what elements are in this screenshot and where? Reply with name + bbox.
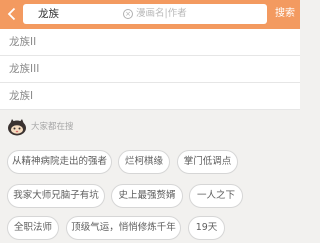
- search-input[interactable]: 龙族 × 漫画名|作者: [23, 4, 267, 24]
- hot-tag[interactable]: 19天: [188, 216, 225, 240]
- hot-tag[interactable]: 史上最强赘婿: [111, 184, 183, 208]
- hot-tag[interactable]: 从精神病院走出的强者: [7, 150, 112, 174]
- hot-search-header: 大家都在搜: [7, 118, 127, 138]
- hot-tag[interactable]: 我家大师兄脑子有坑: [7, 184, 105, 208]
- hot-tag[interactable]: 顶级气运，悄悄修炼千年: [66, 216, 181, 240]
- search-query-text: 龙族: [38, 8, 59, 20]
- hot-search-title: 大家都在搜: [31, 122, 74, 132]
- mascot-icon: [8, 119, 26, 136]
- hot-tag[interactable]: 全职法师: [7, 216, 59, 240]
- back-button[interactable]: [4, 6, 18, 22]
- back-arrow-icon: [7, 7, 15, 21]
- top-bar: 龙族 × 漫画名|作者 搜索: [0, 0, 300, 29]
- hot-tag[interactable]: 烂柯棋缘: [118, 150, 170, 174]
- clear-icon[interactable]: ×: [123, 9, 133, 19]
- suggestion-item[interactable]: 龙族II: [0, 29, 300, 56]
- search-placeholder: 漫画名|作者: [136, 8, 187, 19]
- search-button[interactable]: 搜索: [275, 7, 295, 21]
- suggestion-item[interactable]: 龙族I: [0, 83, 300, 110]
- suggestion-list: 龙族II 龙族III 龙族I: [0, 29, 300, 110]
- hot-tag[interactable]: 掌门低调点: [177, 150, 238, 174]
- hot-tag[interactable]: 一人之下: [189, 184, 243, 208]
- suggestion-item[interactable]: 龙族III: [0, 56, 300, 83]
